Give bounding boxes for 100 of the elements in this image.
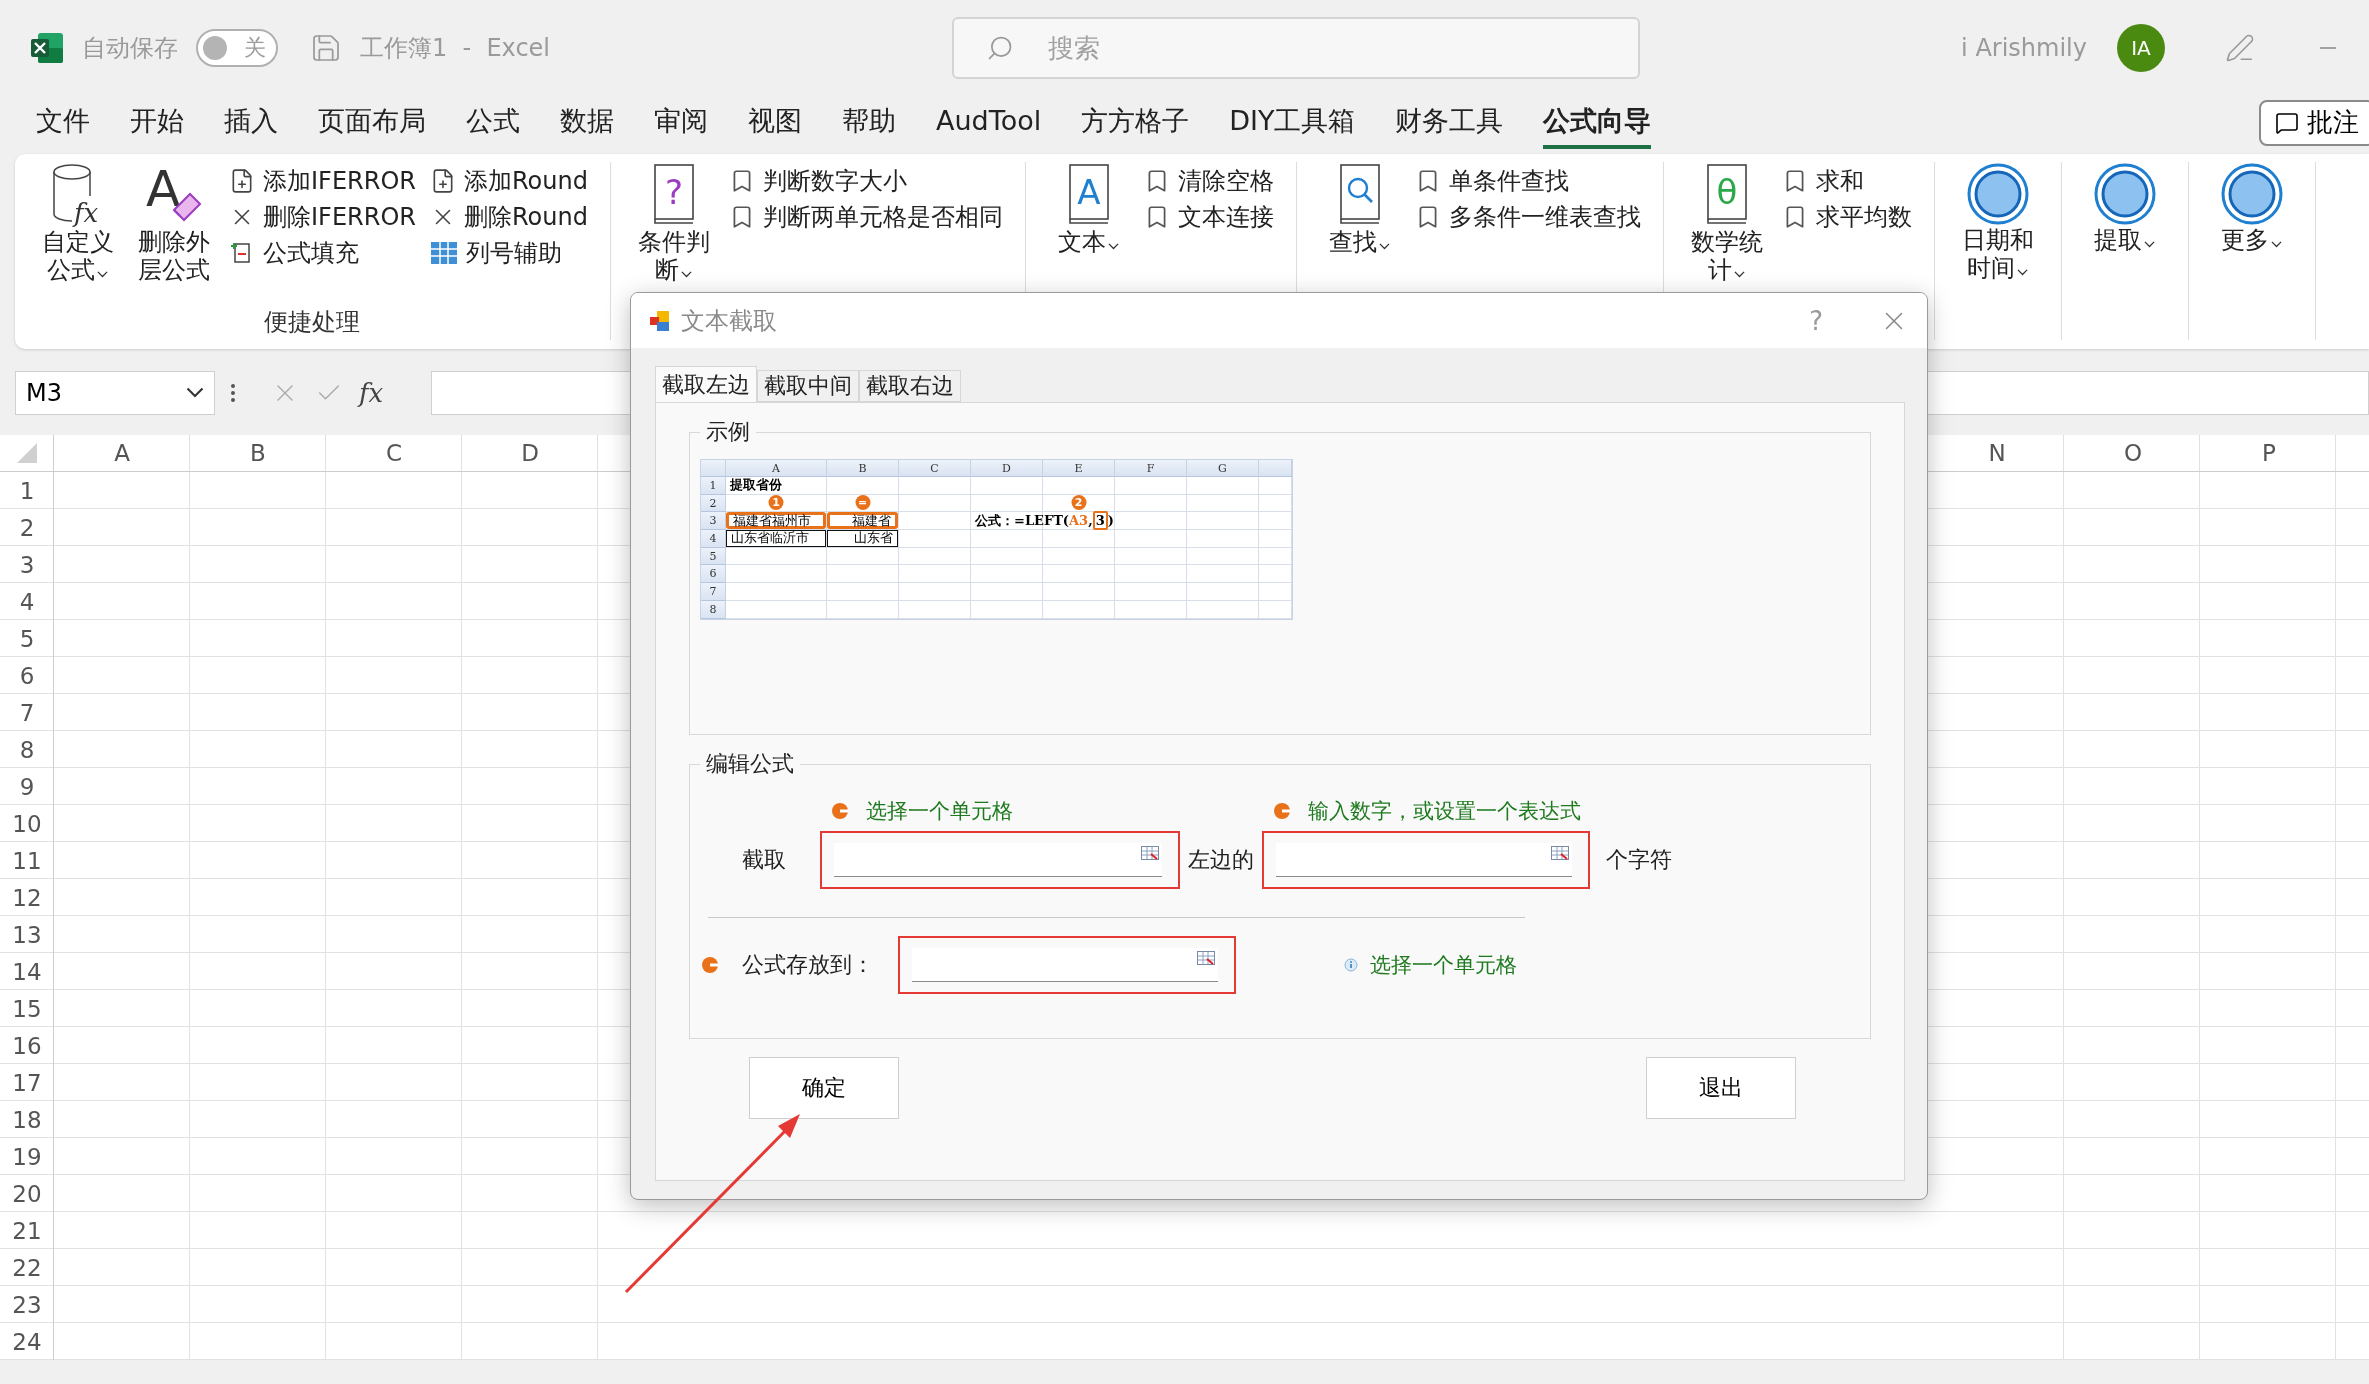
ribbon-button[interactable]: θ 数学统计: [1685, 162, 1768, 340]
column-header[interactable]: O: [2065, 435, 2201, 472]
menu-tab[interactable]: 帮助: [842, 96, 896, 149]
column-header[interactable]: C: [326, 435, 462, 472]
row-header[interactable]: 11: [0, 842, 54, 879]
row-header[interactable]: 3: [0, 546, 54, 583]
row-header[interactable]: 10: [0, 805, 54, 842]
ribbon-command[interactable]: 文本连接: [1177, 201, 1274, 233]
column-header: G: [1187, 460, 1259, 477]
ribbon-command[interactable]: 多条件一维表查找: [1448, 201, 1641, 233]
menu-tab[interactable]: 财务工具: [1395, 96, 1504, 149]
comment-icon: [2275, 110, 2299, 135]
row-header[interactable]: 6: [0, 657, 54, 694]
table-cell: [1115, 565, 1187, 584]
row-header: 6: [701, 565, 726, 584]
ribbon-command[interactable]: 单条件查找: [1448, 165, 1569, 197]
ribbon-command[interactable]: 列号辅助: [465, 237, 562, 269]
row-header[interactable]: 16: [0, 1027, 54, 1064]
row-header[interactable]: 20: [0, 1175, 54, 1212]
ribbon-button[interactable]: 更多: [2210, 162, 2293, 340]
step-icon: [1272, 801, 1292, 821]
column-header[interactable]: B: [190, 435, 326, 472]
column-header[interactable]: A: [54, 435, 190, 472]
row-header[interactable]: 15: [0, 990, 54, 1027]
step-icon: [830, 801, 850, 821]
ribbon-button[interactable]: 查找: [1318, 162, 1401, 340]
menu-tab[interactable]: 文件: [36, 96, 90, 149]
ribbon-command[interactable]: 删除Round: [463, 201, 588, 233]
caret-icon: [2144, 241, 2156, 248]
ribbon-command[interactable]: 删除IFERROR: [263, 201, 416, 233]
row-header[interactable]: 18: [0, 1101, 54, 1138]
ribbon-command[interactable]: 添加IFERROR: [263, 165, 416, 197]
name-box[interactable]: M3: [15, 370, 215, 415]
row-header[interactable]: 5: [0, 620, 54, 657]
insert-function-button[interactable]: fx: [359, 377, 384, 408]
menu-tab[interactable]: 方方格子: [1081, 96, 1190, 149]
row-header[interactable]: 8: [0, 731, 54, 768]
menu-tab[interactable]: 数据: [560, 96, 614, 149]
dialog-tab[interactable]: 截取左边: [655, 366, 757, 402]
cell-picker-icon[interactable]: [1551, 846, 1569, 860]
column-header[interactable]: N: [1929, 435, 2065, 472]
row-header[interactable]: 21: [0, 1212, 54, 1249]
user-avatar[interactable]: IA: [2117, 23, 2165, 72]
menu-tab[interactable]: 公式向导: [1543, 96, 1652, 149]
table-cell: [1043, 583, 1115, 601]
row-header[interactable]: 12: [0, 879, 54, 916]
ribbon-command[interactable]: 判断两单元格是否相同: [762, 201, 1003, 233]
ribbon-command[interactable]: 求平均数: [1815, 201, 1912, 233]
menu-tab[interactable]: 开始: [130, 96, 184, 149]
ribbon-button[interactable]: 提取: [2083, 162, 2166, 340]
menu-tab[interactable]: 页面布局: [318, 96, 426, 149]
menu-tab[interactable]: 公式: [466, 96, 520, 149]
dialog-tab[interactable]: 截取中间: [757, 370, 859, 402]
hint-text: 选择一个单元格: [866, 798, 1013, 825]
input-field[interactable]: [912, 948, 1218, 982]
ribbon-command[interactable]: 求和: [1815, 165, 1864, 197]
row-header[interactable]: 7: [0, 694, 54, 731]
row-header[interactable]: 9: [0, 768, 54, 805]
row-header[interactable]: 23: [0, 1286, 54, 1323]
row-header[interactable]: 14: [0, 953, 54, 990]
cell-picker-icon[interactable]: [1141, 846, 1159, 860]
row-header[interactable]: 24: [0, 1323, 54, 1360]
circle-icon: [2092, 162, 2157, 226]
ribbon-button[interactable]: A 删除外层公式: [133, 162, 215, 306]
row-header: 7: [701, 583, 726, 601]
row-header[interactable]: 2: [0, 509, 54, 546]
exit-button[interactable]: 退出: [1646, 1057, 1796, 1119]
ribbon-command[interactable]: 清除空格: [1177, 165, 1274, 197]
menu-tab[interactable]: 审阅: [654, 96, 708, 149]
column-header[interactable]: P: [2201, 435, 2337, 472]
spreadsheet-app-icon[interactable]: [30, 31, 64, 64]
row-header[interactable]: 17: [0, 1064, 54, 1101]
row-header[interactable]: 4: [0, 583, 54, 620]
ribbon-button[interactable]: 日期和时间: [1956, 162, 2039, 340]
column-header[interactable]: D: [462, 435, 598, 472]
menu-tab[interactable]: DIY工具箱: [1229, 96, 1356, 149]
input-field[interactable]: [1276, 843, 1572, 877]
search-field[interactable]: 搜索: [952, 16, 1640, 79]
ribbon-command[interactable]: 判断数字大小: [762, 165, 907, 197]
table-cell: [1043, 547, 1115, 566]
table-cell: [1187, 530, 1259, 548]
pen-icon[interactable]: [2225, 32, 2255, 63]
row-header[interactable]: 19: [0, 1138, 54, 1175]
column-header: E: [1043, 460, 1115, 477]
menu-tab[interactable]: AudTool: [936, 99, 1042, 146]
cell-picker-icon[interactable]: [1197, 951, 1215, 965]
ok-button[interactable]: 确定: [749, 1057, 899, 1119]
row-header[interactable]: 22: [0, 1249, 54, 1286]
comments-button[interactable]: 批注: [2259, 99, 2369, 146]
ribbon-command[interactable]: 添加Round: [463, 165, 588, 197]
menu-tab[interactable]: 插入: [224, 96, 278, 149]
ribbon-command[interactable]: 公式填充: [263, 237, 359, 269]
ribbon-button[interactable]: A 文本: [1047, 162, 1130, 340]
ribbon-button[interactable]: fx 自定义公式: [37, 162, 119, 306]
row-header[interactable]: 1: [0, 472, 54, 509]
input-field[interactable]: [834, 843, 1162, 877]
dialog-tab[interactable]: 截取右边: [859, 370, 961, 402]
table-cell: [1259, 512, 1292, 531]
menu-tab[interactable]: 视图: [748, 96, 802, 149]
row-header[interactable]: 13: [0, 916, 54, 953]
